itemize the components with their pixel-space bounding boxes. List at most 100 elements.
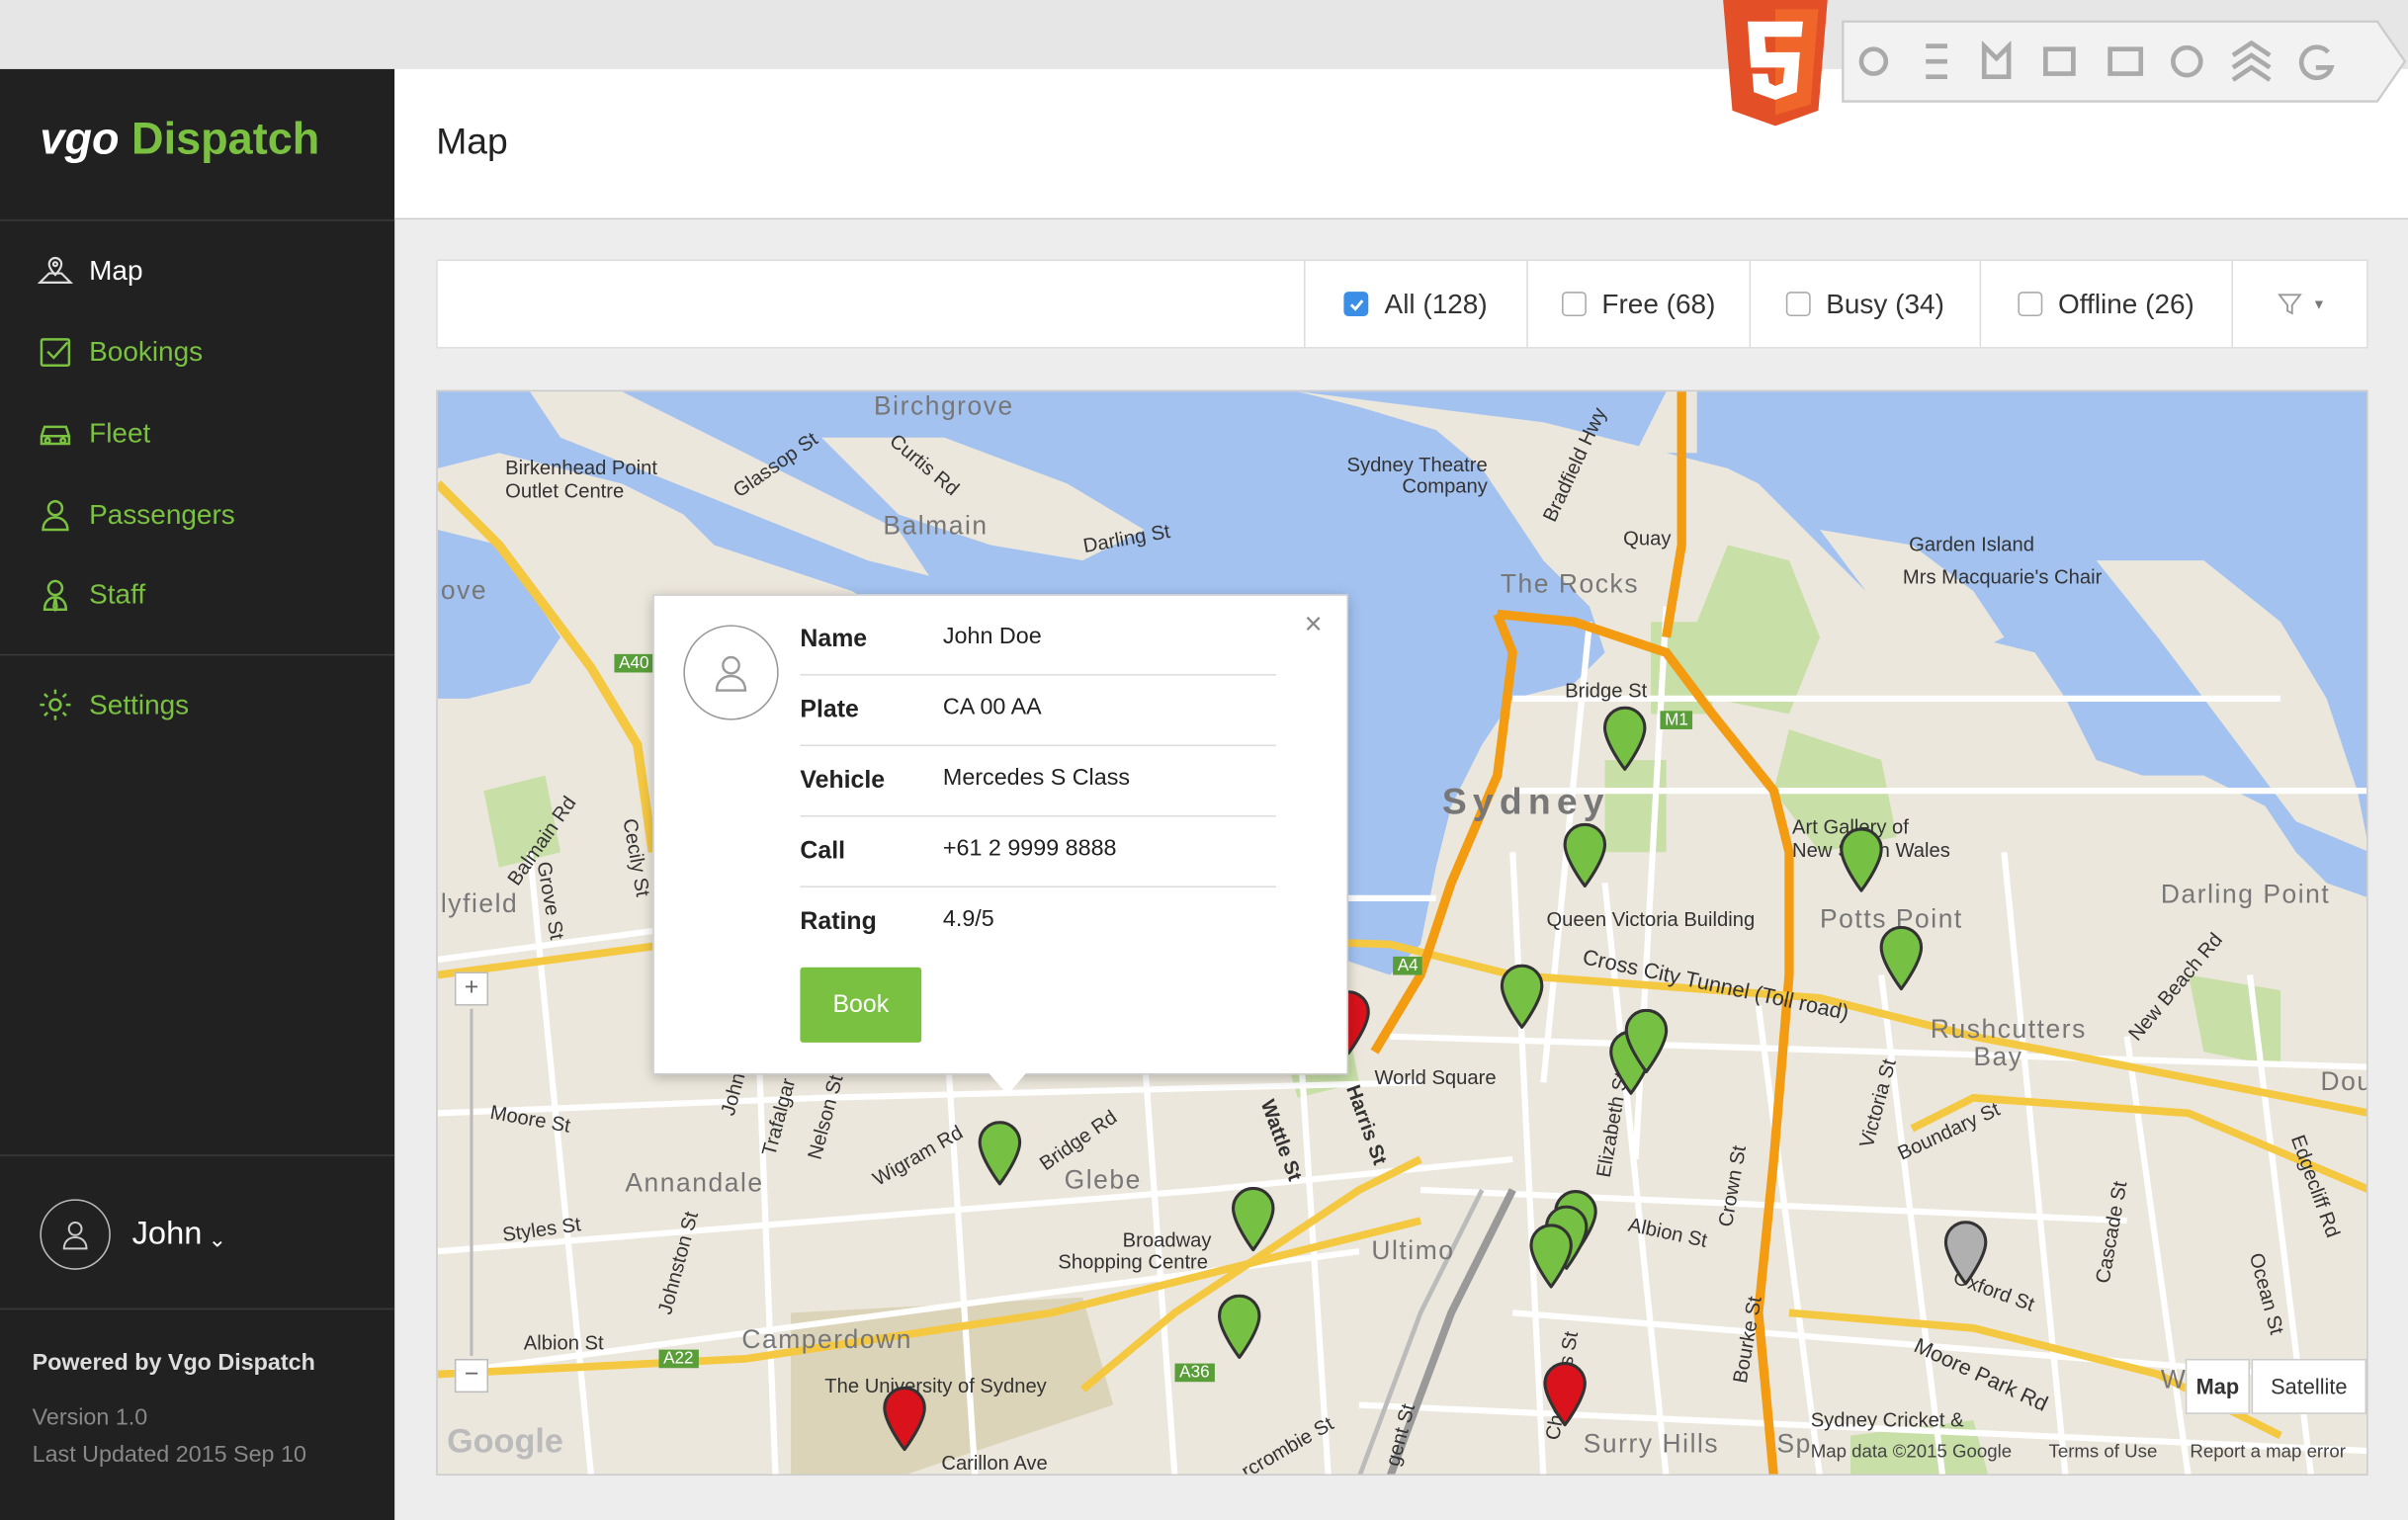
close-icon[interactable]: × xyxy=(1304,608,1322,643)
row-value: CA 00 AA xyxy=(942,694,1042,720)
map-icon xyxy=(37,256,74,284)
taxi-pin-free[interactable] xyxy=(1499,964,1545,1029)
map-type-map-button[interactable]: Map xyxy=(2185,1358,2251,1414)
taxi-pin-busy[interactable] xyxy=(1542,1362,1589,1427)
bookings-icon xyxy=(40,338,71,367)
passenger-icon xyxy=(42,500,69,532)
logo-mark: vgo xyxy=(40,115,120,165)
sidebar-divider xyxy=(0,1308,395,1310)
html5-badge xyxy=(1723,0,2407,127)
taxi-pin-free[interactable] xyxy=(1878,925,1925,991)
row-key: Call xyxy=(800,838,846,865)
zoom-out-button[interactable]: − xyxy=(454,1358,489,1393)
row-key: Name xyxy=(800,626,868,653)
taxi-pin-free[interactable] xyxy=(1562,822,1608,887)
map-label: Shopping Centre xyxy=(1058,1249,1209,1273)
report-error-link[interactable]: Report a map error xyxy=(2190,1440,2345,1462)
checkbox-icon[interactable] xyxy=(1785,292,1811,317)
map-label: Quay xyxy=(1623,526,1672,550)
sidebar-item-passengers[interactable]: Passengers xyxy=(37,491,235,538)
row-key: Vehicle xyxy=(800,767,886,795)
row-value[interactable]: +61 2 9999 8888 xyxy=(943,835,1117,861)
zoom-in-button[interactable]: + xyxy=(454,971,489,1006)
map-label: Ultimo xyxy=(1371,1235,1455,1266)
funnel-icon xyxy=(2277,294,2302,315)
sidebar-item-map[interactable]: Map xyxy=(37,247,143,294)
sidebar-item-label: Bookings xyxy=(89,335,204,367)
map-type-satellite-button[interactable]: Satellite xyxy=(2251,1358,2367,1414)
map-label: ove xyxy=(440,575,488,606)
user-name: John xyxy=(131,1216,203,1252)
last-updated-text: Last Updated 2015 Sep 10 xyxy=(32,1441,306,1469)
route-shield: M1 xyxy=(1660,711,1693,729)
sidebar-item-staff[interactable]: Staff xyxy=(37,571,145,618)
row-key: Plate xyxy=(800,697,859,723)
row-value: Mercedes S Class xyxy=(942,764,1131,792)
sidebar-item-settings[interactable]: Settings xyxy=(37,682,189,728)
taxi-pin-free[interactable] xyxy=(977,1121,1023,1186)
app-logo[interactable]: vgo Dispatch xyxy=(40,116,319,166)
terms-link[interactable]: Terms of Use xyxy=(2049,1440,2158,1462)
main-content: Map All (128) Free (68) Busy (34) Offlin… xyxy=(394,68,2408,1520)
filter-bar: All (128) Free (68) Busy (34) Offline (2… xyxy=(436,259,2368,349)
taxi-pin-free[interactable] xyxy=(1601,706,1648,771)
filter-free[interactable]: Free (68) xyxy=(1526,261,1749,348)
map-label: The Rocks xyxy=(1500,569,1640,599)
map-label: Rushcutters xyxy=(1930,1014,2087,1045)
route-shield: A4 xyxy=(1393,956,1423,975)
book-button[interactable]: Book xyxy=(800,967,922,1043)
staff-icon xyxy=(43,579,68,613)
user-menu[interactable]: John ⌄ xyxy=(40,1199,226,1270)
map-data-attribution: Map data ©2015 Google xyxy=(1810,1440,2013,1463)
sidebar-divider xyxy=(0,1154,395,1156)
taxi-pin-free[interactable] xyxy=(1839,827,1885,892)
chevron-down-icon: ⌄ xyxy=(208,1225,226,1251)
popup-tail xyxy=(989,1072,1026,1095)
row-value: John Doe xyxy=(942,623,1042,650)
row-value: 4.9/5 xyxy=(942,905,994,933)
checkbox-icon[interactable] xyxy=(2018,292,2043,317)
route-shield: A40 xyxy=(614,653,654,673)
map-label: Sydney Cricket & xyxy=(1810,1407,1964,1431)
driver-avatar xyxy=(683,625,779,720)
map-label: World Square xyxy=(1374,1065,1497,1089)
taxi-pin-free[interactable] xyxy=(1216,1294,1262,1359)
checkbox-checked-icon[interactable] xyxy=(1344,292,1370,317)
map-label: Balmain xyxy=(883,511,989,541)
map-label: Company xyxy=(1402,474,1488,498)
filter-busy[interactable]: Busy (34) xyxy=(1749,261,1980,348)
map-view[interactable]: Birchgrove Balmain Birkenhead Point Outl… xyxy=(436,389,2368,1477)
filter-offline[interactable]: Offline (26) xyxy=(1979,261,2232,348)
taxi-pin-busy[interactable] xyxy=(882,1386,928,1452)
checkbox-icon[interactable] xyxy=(1561,292,1587,317)
taxi-pin-free[interactable] xyxy=(1528,1224,1575,1289)
sidebar-item-fleet[interactable]: Fleet xyxy=(37,410,150,457)
map-label: Glebe xyxy=(1064,1165,1142,1195)
row-key: Rating xyxy=(800,908,877,936)
search-input[interactable] xyxy=(437,261,1303,348)
taxi-pin-offline[interactable] xyxy=(1942,1221,1989,1286)
popup-row-call: Call +61 2 9999 8888 xyxy=(800,817,1277,887)
filter-all[interactable]: All (128) xyxy=(1304,261,1526,348)
map-label: W xyxy=(2160,1365,2188,1394)
map-label: Birchgrove xyxy=(873,391,1014,421)
taxi-pin-free[interactable] xyxy=(1230,1187,1276,1252)
filter-label: Free (68) xyxy=(1601,288,1716,319)
filter-menu-button[interactable]: ▼ xyxy=(2231,261,2367,348)
route-shield: A36 xyxy=(1174,1363,1215,1383)
version-text: Version 1.0 xyxy=(32,1404,148,1431)
sidebar-item-bookings[interactable]: Bookings xyxy=(37,328,203,375)
map-label: Bridge St xyxy=(1565,678,1648,702)
user-icon xyxy=(715,655,747,692)
driver-info-popup: × Name John Doe Plate CA 00 AA Vehicle M… xyxy=(652,594,1349,1095)
sidebar-divider xyxy=(0,653,395,656)
zoom-slider-track[interactable] xyxy=(470,1008,473,1356)
filter-label: All (128) xyxy=(1384,288,1488,319)
taxi-pin-free[interactable] xyxy=(1623,1008,1670,1073)
car-icon xyxy=(40,425,71,446)
popup-row-vehicle: Vehicle Mercedes S Class xyxy=(800,746,1277,817)
map-label: Albion St xyxy=(523,1330,604,1355)
popup-row-name: Name John Doe xyxy=(800,605,1277,676)
map-label: Sydney Theatre xyxy=(1346,453,1488,476)
map-label: Bay xyxy=(1973,1042,2023,1072)
